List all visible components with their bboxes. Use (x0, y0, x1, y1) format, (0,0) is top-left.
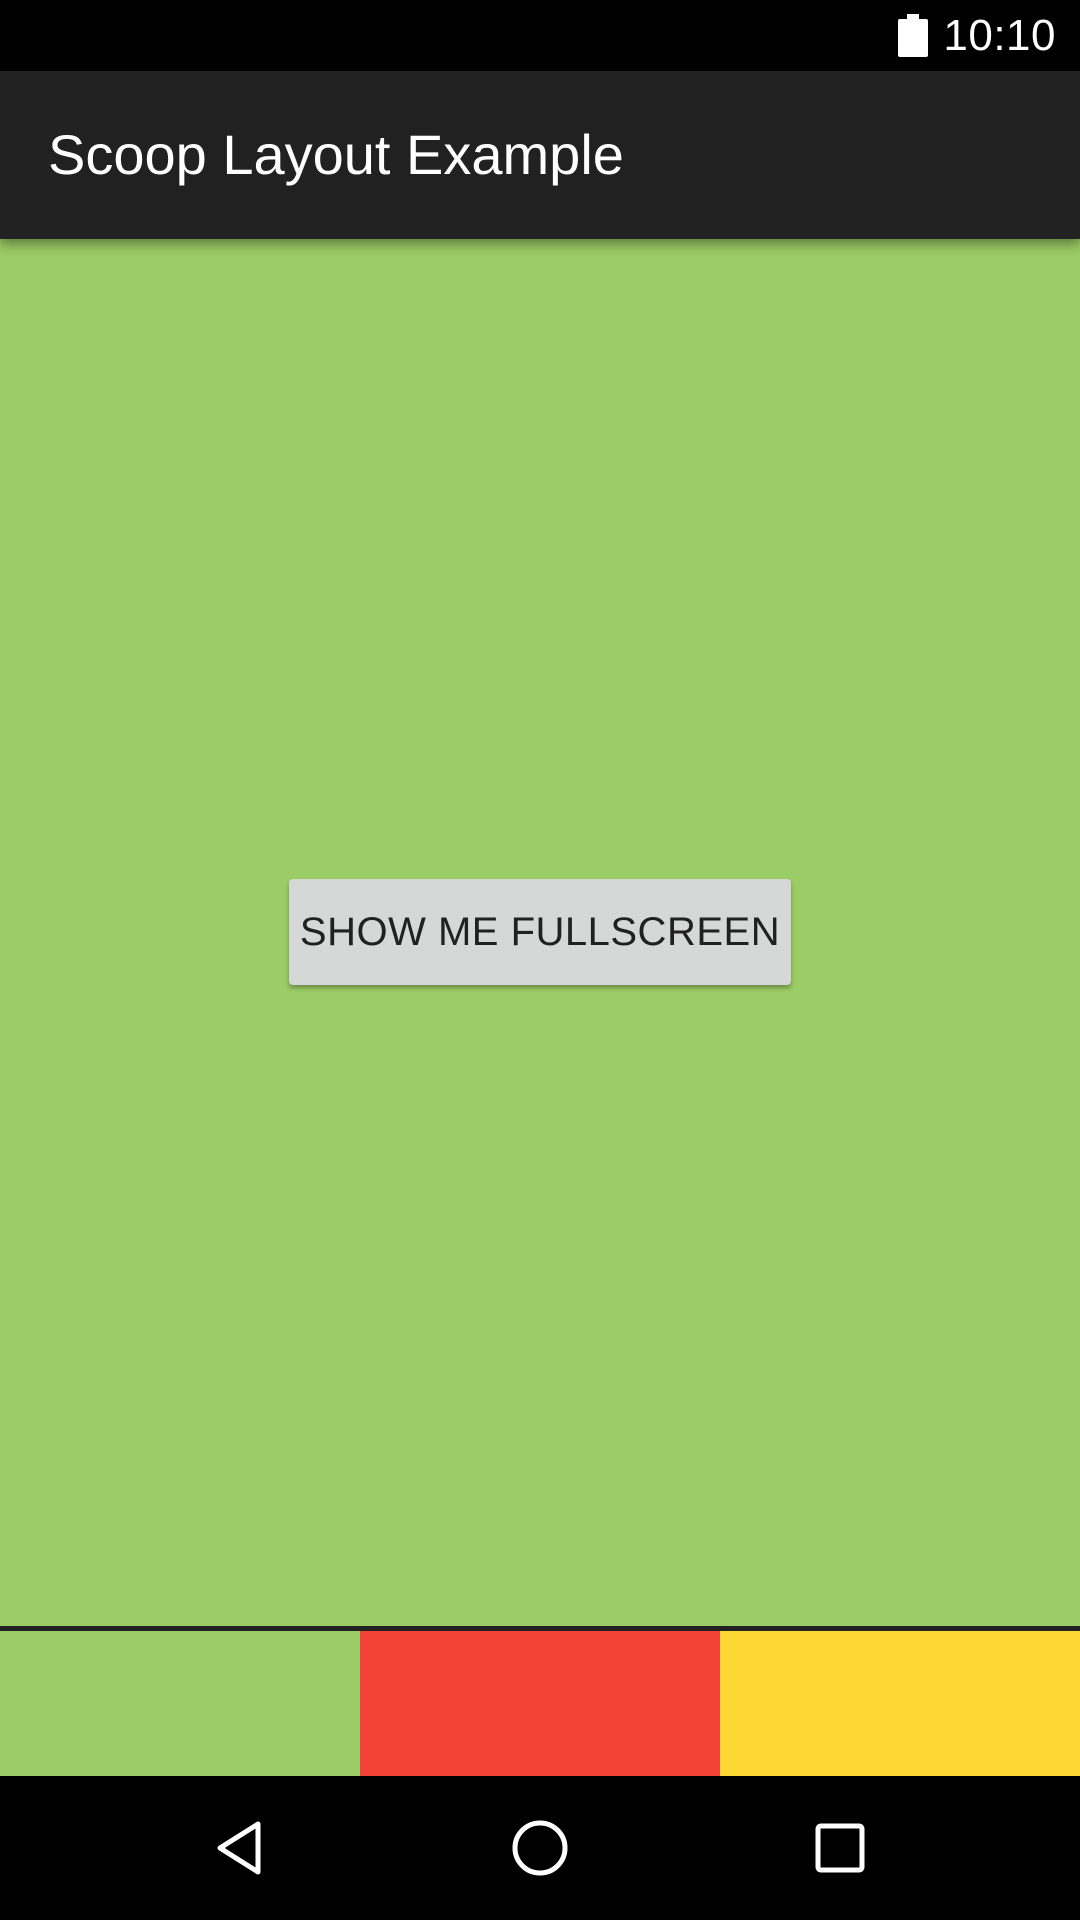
status-bar: 10:10 (0, 0, 1080, 71)
navigation-bar (0, 1776, 1080, 1920)
app-bar: Scoop Layout Example (0, 71, 1080, 239)
color-tabs (0, 1631, 1080, 1776)
app-screen: 10:10 Scoop Layout Example SHOW ME FULLS… (0, 0, 1080, 1920)
recents-square-icon (815, 1823, 865, 1873)
status-clock: 10:10 (943, 11, 1056, 60)
app-title: Scoop Layout Example (48, 123, 624, 186)
color-tab-red[interactable] (360, 1631, 720, 1776)
home-circle-icon (512, 1820, 568, 1876)
back-triangle-icon (217, 1821, 261, 1875)
show-fullscreen-button[interactable]: SHOW ME FULLSCREEN (289, 879, 791, 985)
color-tab-yellow[interactable] (720, 1631, 1080, 1776)
home-button[interactable] (490, 1798, 590, 1898)
back-button[interactable] (190, 1798, 290, 1898)
battery-full-icon (898, 14, 928, 57)
color-tab-green[interactable] (0, 1631, 360, 1776)
recents-button[interactable] (790, 1798, 890, 1898)
main-content: SHOW ME FULLSCREEN (0, 239, 1080, 1626)
